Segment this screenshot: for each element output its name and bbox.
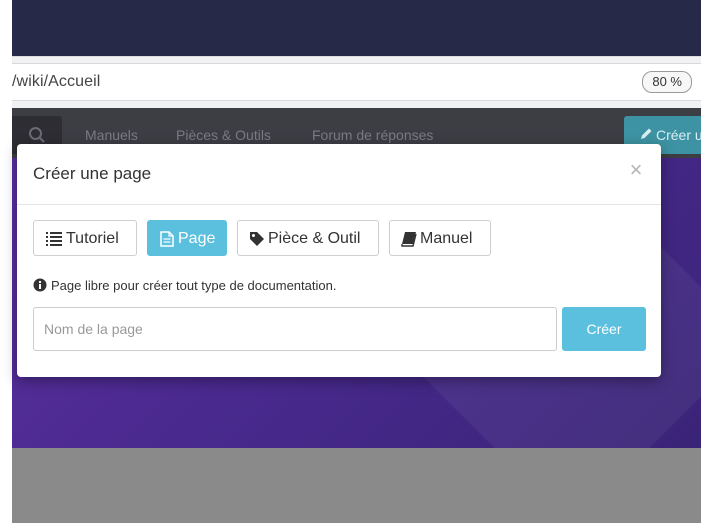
type-label-piece-outil: Pièce & Outil [268, 230, 361, 247]
pencil-icon [641, 128, 652, 139]
type-button-piece-outil[interactable]: Pièce & Outil [237, 220, 379, 256]
browser-titlebar [12, 0, 701, 56]
zoom-indicator[interactable]: 80 % [642, 71, 692, 93]
type-label-manuel: Manuel [420, 230, 473, 247]
url-text[interactable]: /wiki/Accueil [12, 73, 100, 91]
type-label-tutoriel: Tutoriel [66, 230, 119, 247]
description-text: Page libre pour créer tout type de docum… [51, 278, 337, 293]
type-button-tutoriel[interactable]: Tutoriel [33, 220, 137, 256]
info-circle-icon [33, 278, 47, 292]
list-icon [46, 232, 62, 246]
document-icon [160, 231, 174, 247]
book-icon [401, 232, 417, 247]
nav-link-forum[interactable]: Forum de réponses [312, 127, 433, 143]
close-icon[interactable]: × [625, 158, 647, 182]
page-name-input[interactable] [33, 307, 557, 351]
create-page-modal: Créer une page × Tutoriel Page Pièce & O… [17, 144, 661, 377]
address-bar-area: /wiki/Accueil 80 % [12, 56, 701, 109]
tag-icon [250, 232, 264, 246]
create-button[interactable]: Créer [562, 307, 646, 351]
nav-link-pieces-outils[interactable]: Pièces & Outils [176, 127, 271, 143]
nav-create-label: Créer u [656, 127, 701, 143]
modal-header: Créer une page × [17, 144, 661, 205]
address-bar[interactable]: /wiki/Accueil 80 % [12, 63, 701, 101]
nav-link-manuels[interactable]: Manuels [85, 127, 138, 143]
type-label-page: Page [178, 230, 216, 247]
modal-title: Créer une page [33, 164, 152, 183]
page-background [12, 448, 701, 523]
search-icon [29, 127, 45, 143]
type-button-page[interactable]: Page [147, 220, 227, 256]
type-button-manuel[interactable]: Manuel [389, 220, 491, 256]
